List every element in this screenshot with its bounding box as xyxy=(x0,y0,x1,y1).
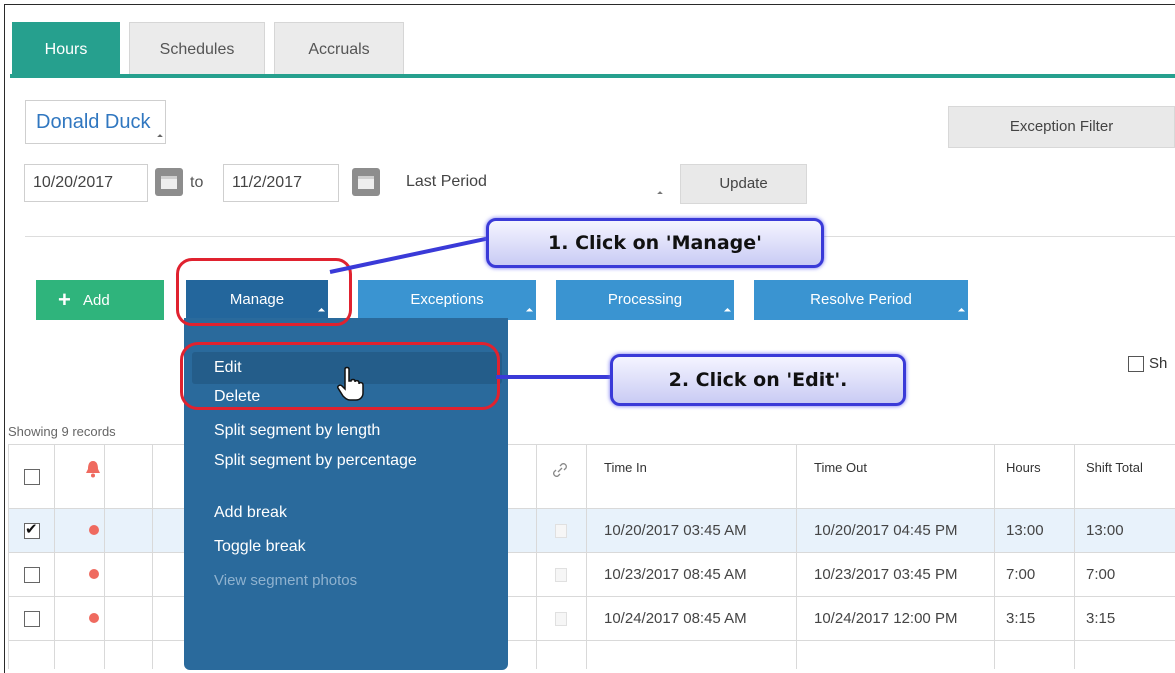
note-icon xyxy=(555,612,567,626)
cell-time-out: 10/23/2017 03:45 PM xyxy=(814,566,958,583)
add-button-label: Add xyxy=(83,292,110,309)
col-header-time-out[interactable]: Time Out xyxy=(814,460,867,475)
menu-item-add-break[interactable]: Add break xyxy=(214,504,287,522)
employee-name: Donald Duck xyxy=(36,111,151,133)
tab-underline xyxy=(10,74,1175,78)
resolve-period-button-label: Resolve Period xyxy=(810,291,912,308)
show-checkbox[interactable] xyxy=(1128,356,1144,372)
col-header-hours[interactable]: Hours xyxy=(1006,460,1041,475)
calendar-icon[interactable] xyxy=(155,168,183,196)
grid-line xyxy=(54,444,55,669)
cell-time-out: 10/20/2017 04:45 PM xyxy=(814,522,958,539)
grid-line xyxy=(104,444,105,669)
exception-dot-icon xyxy=(89,525,99,535)
calendar-icon[interactable] xyxy=(352,168,380,196)
exception-filter-button[interactable]: Exception Filter xyxy=(948,106,1175,148)
exception-dot-icon xyxy=(89,569,99,579)
edit-highlight-ring xyxy=(180,342,500,410)
cell-shift-total: 13:00 xyxy=(1086,522,1124,539)
row-checkbox[interactable] xyxy=(24,520,40,539)
callout-step-2: 2. Click on 'Edit'. xyxy=(610,354,906,406)
chevron-down-icon xyxy=(957,307,966,316)
exceptions-button-label: Exceptions xyxy=(410,291,484,308)
update-button[interactable]: Update xyxy=(680,164,807,204)
cell-hours: 13:00 xyxy=(1006,522,1044,539)
record-count: Showing 9 records xyxy=(8,424,116,439)
select-all-checkbox[interactable] xyxy=(24,469,40,485)
menu-item-split-by-percentage[interactable]: Split segment by percentage xyxy=(214,452,417,470)
cell-hours: 7:00 xyxy=(1006,566,1036,583)
period-select-value: Last Period xyxy=(406,173,487,190)
chevron-down-icon xyxy=(156,134,163,140)
cell-shift-total: 7:00 xyxy=(1086,566,1116,583)
period-select[interactable]: Last Period xyxy=(398,164,668,202)
cell-hours: 3:15 xyxy=(1006,610,1036,627)
chevron-down-icon xyxy=(657,191,663,197)
tab-schedules[interactable]: Schedules xyxy=(129,22,265,76)
show-checkbox-label: Sh xyxy=(1149,355,1168,372)
cell-time-in: 10/24/2017 08:45 AM xyxy=(604,610,747,627)
note-icon xyxy=(555,568,567,582)
processing-button[interactable]: Processing xyxy=(556,280,734,320)
grid-line xyxy=(536,444,537,669)
row-checkbox[interactable] xyxy=(24,567,40,583)
employee-selector[interactable]: Donald Duck xyxy=(25,100,166,144)
tab-accruals[interactable]: Accruals xyxy=(274,22,404,76)
chevron-down-icon xyxy=(723,307,732,316)
exceptions-button[interactable]: Exceptions xyxy=(358,280,536,320)
grid-line xyxy=(8,444,9,669)
add-button[interactable]: + Add xyxy=(36,280,164,320)
tab-hours[interactable]: Hours xyxy=(12,22,120,76)
col-header-shift-total[interactable]: Shift Total xyxy=(1086,460,1143,475)
col-header-time-in[interactable]: Time In xyxy=(604,460,647,475)
grid-line xyxy=(586,444,587,669)
grid-line xyxy=(1074,444,1075,669)
date-from-input[interactable]: 10/20/2017 xyxy=(24,164,148,202)
cell-shift-total: 3:15 xyxy=(1086,610,1116,627)
cell-time-in: 10/23/2017 08:45 AM xyxy=(604,566,747,583)
date-to-label: to xyxy=(190,174,204,191)
callout-pointer-line xyxy=(496,375,614,379)
resolve-period-button[interactable]: Resolve Period xyxy=(754,280,968,320)
row-checkbox[interactable] xyxy=(24,611,40,627)
grid-line xyxy=(994,444,995,669)
note-icon xyxy=(555,524,567,538)
processing-button-label: Processing xyxy=(607,291,683,308)
menu-item-toggle-break[interactable]: Toggle break xyxy=(214,538,306,556)
link-icon xyxy=(553,463,567,477)
date-to-input[interactable]: 11/2/2017 xyxy=(223,164,339,202)
callout-step-1: 1. Click on 'Manage' xyxy=(486,218,824,268)
bell-icon xyxy=(86,461,100,478)
plus-icon: + xyxy=(58,287,71,312)
grid-line xyxy=(796,444,797,669)
exception-dot-icon xyxy=(89,613,99,623)
chevron-down-icon xyxy=(525,307,534,316)
grid-line xyxy=(152,444,153,669)
menu-item-split-by-length[interactable]: Split segment by length xyxy=(214,422,380,440)
cell-time-out: 10/24/2017 12:00 PM xyxy=(814,610,958,627)
cell-time-in: 10/20/2017 03:45 AM xyxy=(604,522,747,539)
manage-highlight-ring xyxy=(176,258,352,326)
menu-item-view-segment-photos: View segment photos xyxy=(214,572,358,589)
